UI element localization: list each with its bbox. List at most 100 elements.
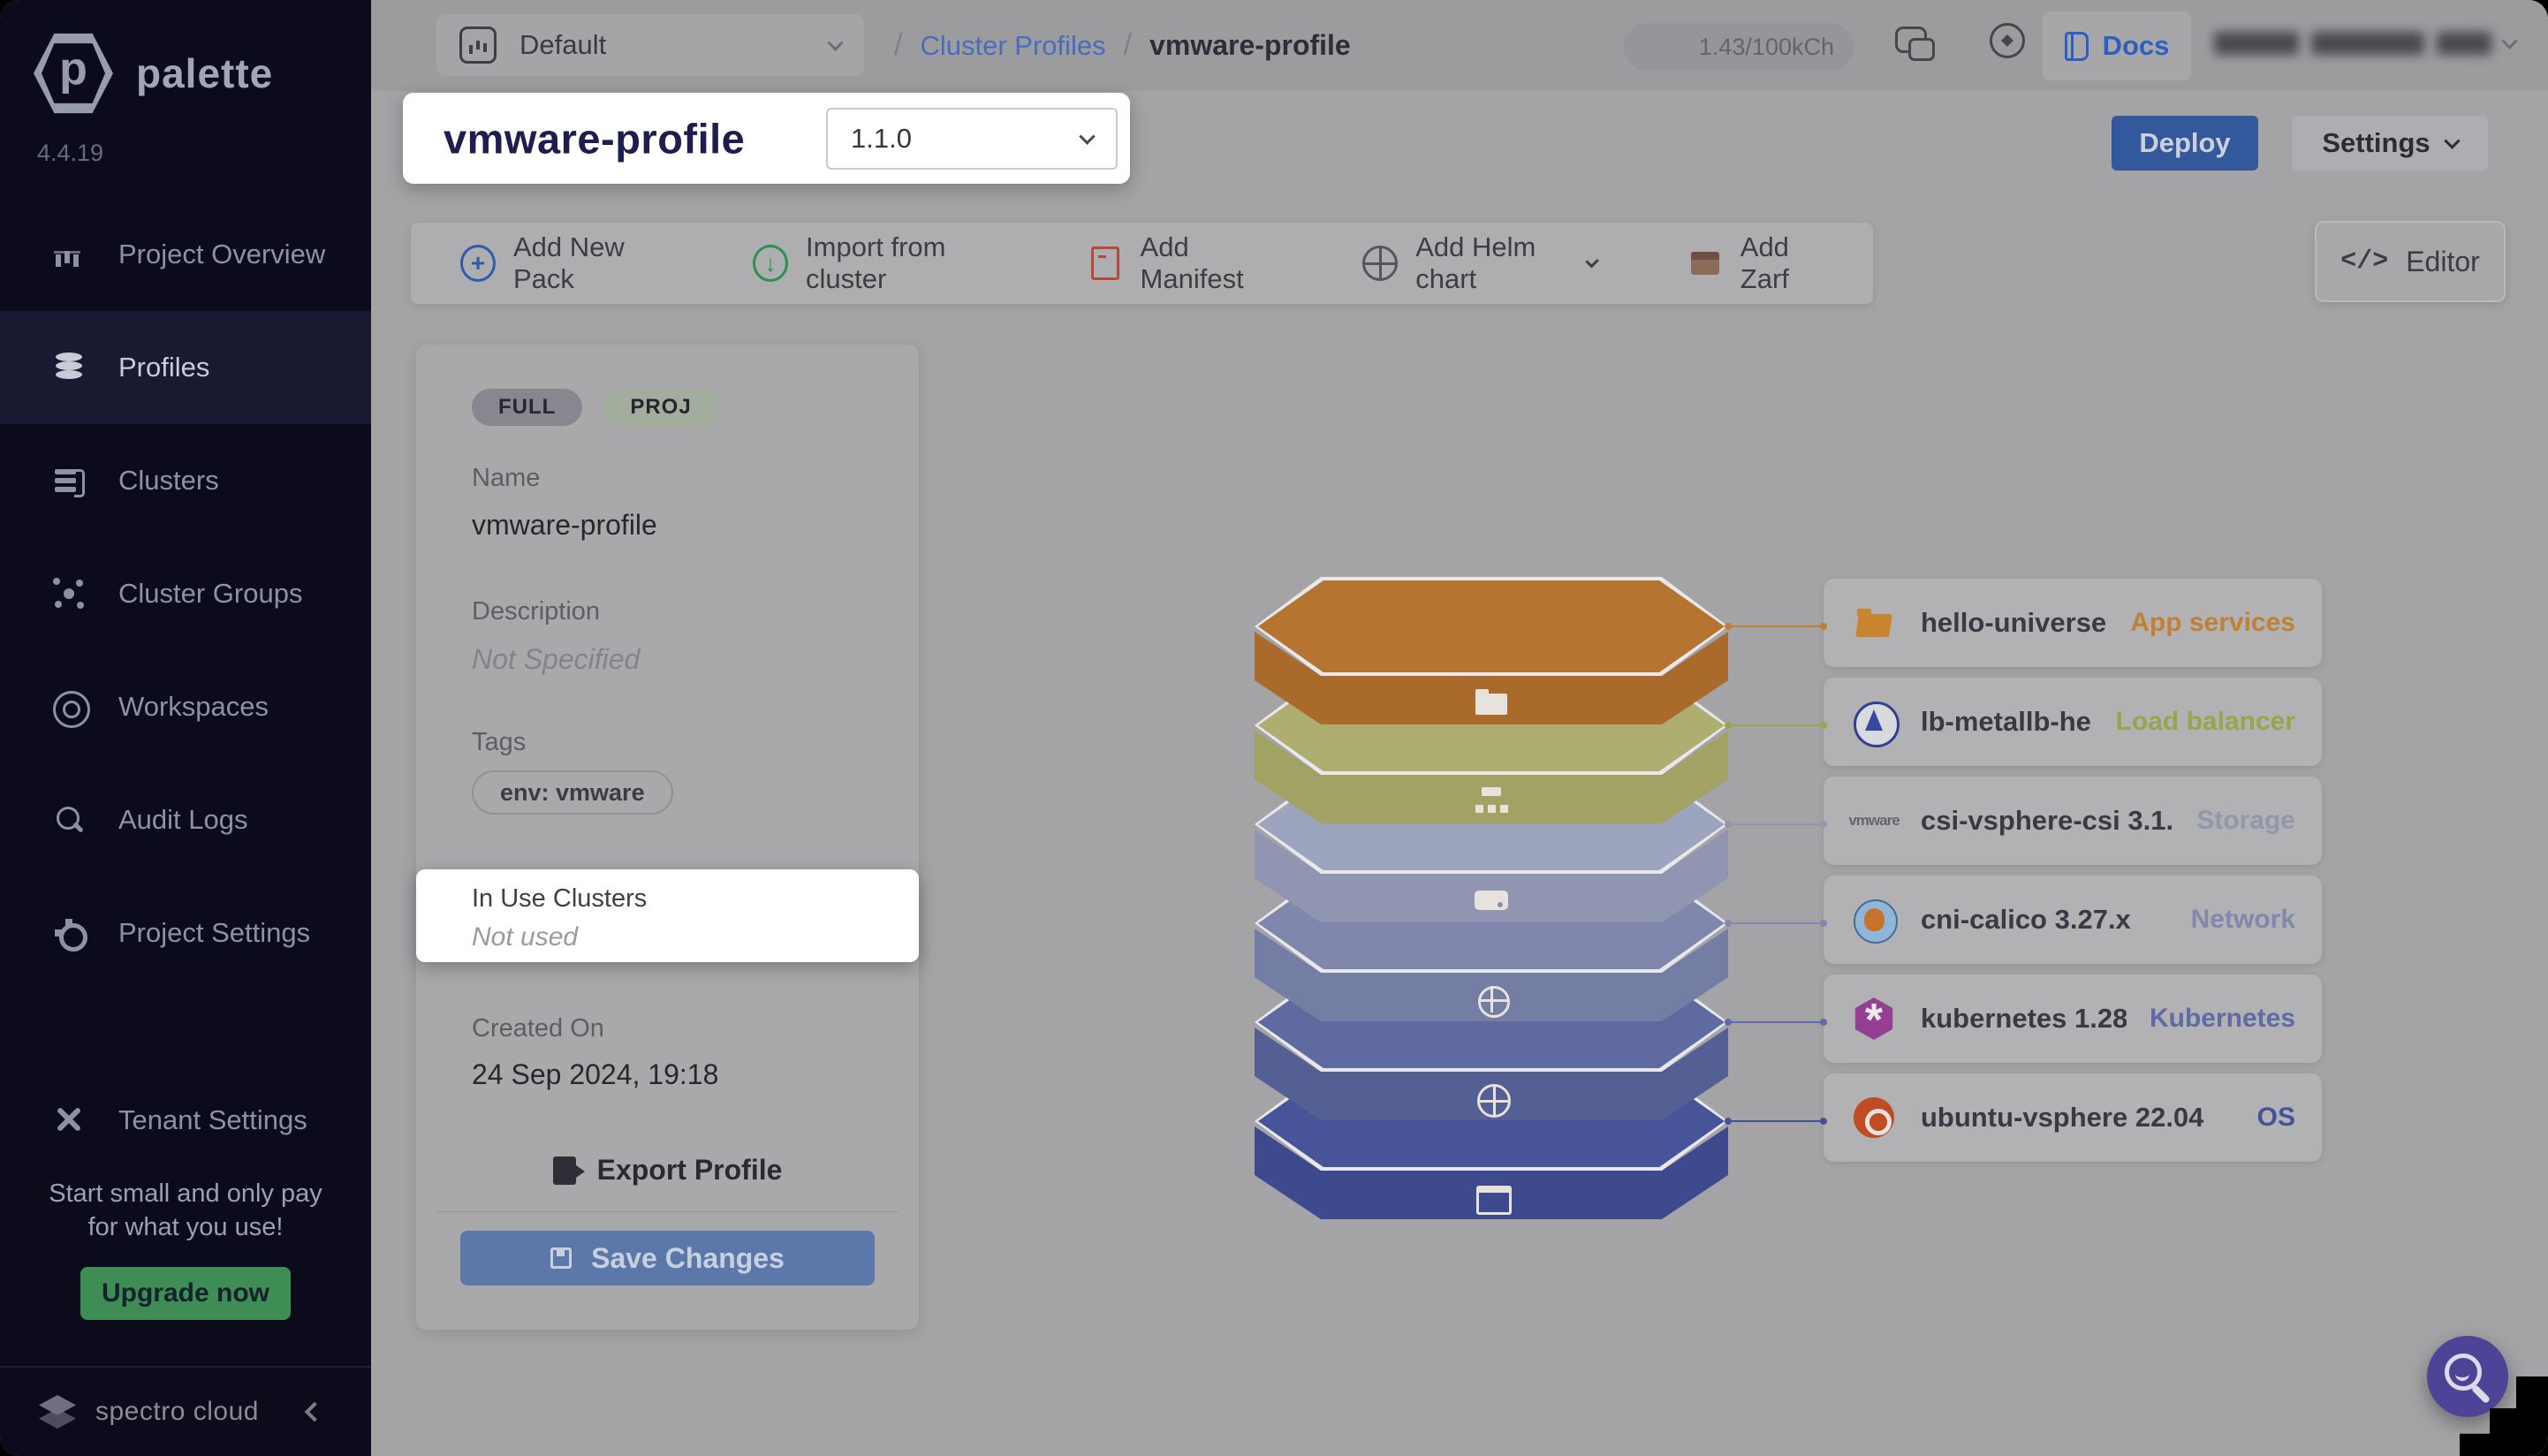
pack-row[interactable]: csi-vsphere-csi 3.1.x Storage xyxy=(1824,777,2322,865)
sidebar-item-label: Project Overview xyxy=(118,239,326,269)
profile-version-select[interactable]: 1.1.0 xyxy=(826,108,1118,170)
editor-label: Editor xyxy=(2406,245,2480,277)
pack-name: ubuntu-vsphere 22.04 xyxy=(1921,1102,2204,1133)
promo-text-line2: for what you use! xyxy=(87,1213,284,1241)
sidebar-item[interactable]: Clusters xyxy=(0,424,371,537)
save-icon xyxy=(550,1247,573,1269)
chevron-down-icon xyxy=(1079,127,1096,145)
brand-name: palette xyxy=(136,50,274,96)
app-window: palette 4.4.19 Project Overview Profiles… xyxy=(0,0,2548,1456)
pack-category: App services xyxy=(2130,608,2295,637)
toolbar-item-label: Add Helm chart xyxy=(1415,231,1536,294)
stack-layer[interactable] xyxy=(1255,577,1838,824)
layer-top-face xyxy=(1258,580,1725,672)
export-icon xyxy=(552,1156,585,1185)
pack-name: kubernetes 1.28.x xyxy=(1921,1003,2127,1034)
pack-row[interactable]: lb-metallb-helm 0.1… Load balancer xyxy=(1824,678,2322,766)
user-name-redacted xyxy=(2214,32,2299,55)
toolbar-item[interactable]: Add Manifest xyxy=(1088,231,1271,295)
usage-value: 1.43/100kCh xyxy=(1698,33,1834,60)
editor-button[interactable]: </> Editor xyxy=(2315,221,2506,302)
spectro-cloud-brand: spectro cloud xyxy=(95,1397,259,1426)
breadcrumb-separator: / xyxy=(1123,28,1133,62)
palette-logo-icon xyxy=(34,32,113,115)
toolbar-item[interactable]: Add Zarf xyxy=(1687,231,1824,295)
user-name-redacted xyxy=(2311,32,2424,55)
bar-chart-icon xyxy=(51,237,87,272)
project-chart-icon xyxy=(459,27,497,64)
sidebar-item-label: Project Settings xyxy=(118,917,311,948)
usage-meter: 1.43/100kCh xyxy=(1624,23,1854,71)
sidebar-item[interactable]: Audit Logs xyxy=(0,763,371,876)
pack-name: cni-calico 3.27.x xyxy=(1921,904,2131,935)
vmware-logo-icon xyxy=(1848,797,1899,845)
chat-icon[interactable] xyxy=(1895,27,1935,61)
sidebar-footer: spectro cloud xyxy=(0,1366,371,1456)
compass-help-icon[interactable] xyxy=(1990,23,2025,58)
deploy-button[interactable]: Deploy xyxy=(2112,116,2258,171)
upgrade-now-button[interactable]: Upgrade now xyxy=(80,1267,291,1320)
chevron-down-icon xyxy=(2501,32,2518,49)
tags-label: Tags xyxy=(472,728,527,756)
sidebar-item-label: Cluster Groups xyxy=(118,578,303,609)
pack-row[interactable]: ubuntu-vsphere 22.04 OS xyxy=(1824,1073,2322,1162)
breadcrumb-link-cluster-profiles[interactable]: Cluster Profiles xyxy=(920,30,1105,62)
settings-button[interactable]: Settings xyxy=(2292,116,2488,171)
sidebar-collapse-icon[interactable] xyxy=(304,1401,325,1422)
export-profile-button[interactable]: Export Profile xyxy=(416,1154,919,1187)
import-download-icon xyxy=(753,246,788,281)
docs-label: Docs xyxy=(2102,30,2170,61)
magnifier-smile-icon xyxy=(2445,1354,2482,1391)
settings-label: Settings xyxy=(2322,127,2430,158)
folder-icon xyxy=(1474,685,1509,720)
pack-list: hello-universe 1.2.0 App services lb-met… xyxy=(1824,579,2322,1172)
in-use-clusters-label: In Use Clusters xyxy=(472,884,648,913)
pack-row[interactable]: cni-calico 3.27.x Network xyxy=(1824,876,2322,964)
kubernetes-logo-icon xyxy=(1850,995,1898,1043)
book-icon xyxy=(2064,31,2089,61)
toolbar-item-label: Add Manifest xyxy=(1140,231,1244,294)
metallb-logo-icon xyxy=(1850,698,1900,747)
toolbar-item[interactable]: Add Helm chart xyxy=(1362,231,1600,295)
pack-row[interactable]: hello-universe 1.2.0 App services xyxy=(1824,579,2322,667)
toolbar-item[interactable]: Import from cluster xyxy=(753,231,996,295)
topbar: Default / Cluster Profiles / vmware-prof… xyxy=(371,0,2548,91)
pack-row[interactable]: kubernetes 1.28.x Kubernetes xyxy=(1824,974,2322,1063)
search-fab-button[interactable] xyxy=(2427,1336,2508,1417)
zarf-box-icon xyxy=(1687,246,1723,281)
save-changes-button[interactable]: Save Changes xyxy=(460,1231,875,1285)
toolbar-item-label: Import from cluster xyxy=(806,231,946,294)
helm-wheel-icon xyxy=(1362,246,1398,281)
sidebar: palette 4.4.19 Project Overview Profiles… xyxy=(0,0,371,1456)
add-pack-plus-icon xyxy=(460,246,496,281)
badge-proj: PROJ xyxy=(603,389,718,426)
toolbar-item-label: Add Zarf xyxy=(1740,231,1789,294)
breadcrumb-separator: / xyxy=(894,28,903,62)
pack-name: lb-metallb-helm 0.1… xyxy=(1921,706,2093,737)
tag-chip: env: vmware xyxy=(472,770,673,815)
in-use-clusters-value: Not used xyxy=(472,922,579,952)
in-use-clusters-highlight: In Use Clusters Not used xyxy=(416,869,919,962)
layer-connector-line xyxy=(1725,623,1827,630)
sidebar-item[interactable]: Tenant Settings xyxy=(0,1064,371,1177)
sidebar-item-label: Profiles xyxy=(118,352,210,383)
docs-button[interactable]: Docs xyxy=(2043,11,2191,80)
sidebar-item[interactable]: Workspaces xyxy=(0,650,371,763)
sidebar-nav: Project Overview Profiles Clusters Clust… xyxy=(0,198,371,1177)
pack-toolbar: Add New Pack Import from cluster Add Man… xyxy=(411,223,1873,304)
user-menu[interactable] xyxy=(2214,32,2518,55)
project-selector[interactable]: Default xyxy=(436,14,864,76)
name-value: vmware-profile xyxy=(472,509,657,541)
sidebar-item[interactable]: Project Overview xyxy=(0,198,371,311)
pack-category: Network xyxy=(2190,905,2295,934)
nodes-icon xyxy=(51,576,87,611)
sidebar-item[interactable]: Profiles xyxy=(0,311,371,424)
toolbar-item[interactable]: Add New Pack xyxy=(460,231,661,295)
app-version: 4.4.19 xyxy=(37,140,104,166)
manifest-file-icon xyxy=(1088,246,1123,281)
user-name-redacted xyxy=(2437,32,2491,55)
created-on-label: Created On xyxy=(472,1014,604,1043)
layers-icon xyxy=(51,350,87,385)
sidebar-item[interactable]: Cluster Groups xyxy=(0,537,371,650)
sidebar-item[interactable]: Project Settings xyxy=(0,876,371,990)
